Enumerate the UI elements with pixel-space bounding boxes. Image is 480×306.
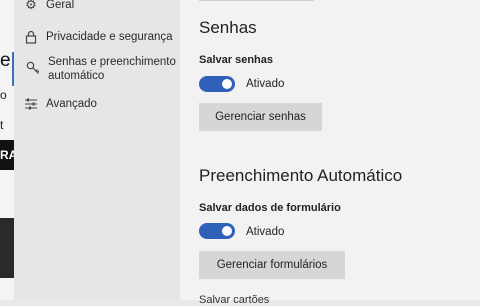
save-form-data-state: Ativado: [246, 226, 285, 238]
nav-item-label: Geral: [46, 0, 75, 11]
save-form-data-label: Salvar dados de formulário: [199, 202, 341, 214]
background-image: [0, 218, 14, 278]
nav-item-label: Avançado: [46, 98, 97, 110]
toggle-knob: [222, 226, 232, 236]
nav-item-label: Senhas e preenchimento automático: [48, 56, 176, 82]
background-partial-letter: e: [0, 50, 11, 71]
settings-panel: Senhas Salvar senhas Ativado Gerenciar s…: [180, 0, 480, 306]
sliders-icon: [24, 97, 38, 111]
key-icon: [26, 61, 40, 75]
background-partial-text: t: [0, 118, 4, 132]
section-heading-autofill: Preenchimento Automático: [199, 166, 403, 185]
background-partial-text: o: [0, 88, 7, 102]
background-page: e o t RA: [0, 0, 14, 300]
nav-item-label: Privacidade e segurança: [46, 31, 173, 43]
save-passwords-state: Ativado: [246, 78, 285, 90]
manage-forms-button[interactable]: Gerenciar formulários: [199, 251, 345, 279]
nav-item-geral[interactable]: ⚙ Geral: [14, 0, 180, 16]
settings-nav: ⚙ Geral Privacidade e segurança Senhas e…: [12, 0, 180, 300]
save-cards-label: Salvar cartões: [199, 294, 270, 306]
background-banner: RA: [0, 140, 14, 170]
save-passwords-label: Salvar senhas: [199, 54, 273, 66]
save-form-data-toggle[interactable]: [199, 223, 235, 239]
gear-icon: ⚙: [25, 0, 37, 12]
nav-item-senhas[interactable]: Senhas e preenchimento automático: [12, 52, 180, 86]
lock-icon: [24, 30, 38, 44]
nav-item-privacidade[interactable]: Privacidade e segurança: [14, 27, 180, 49]
section-heading-senhas: Senhas: [199, 18, 257, 37]
save-passwords-toggle[interactable]: [199, 76, 235, 92]
manage-passwords-button[interactable]: Gerenciar senhas: [199, 103, 322, 131]
toggle-knob: [222, 79, 232, 89]
divider: [199, 0, 314, 1]
nav-item-avancado[interactable]: Avançado: [14, 94, 180, 116]
